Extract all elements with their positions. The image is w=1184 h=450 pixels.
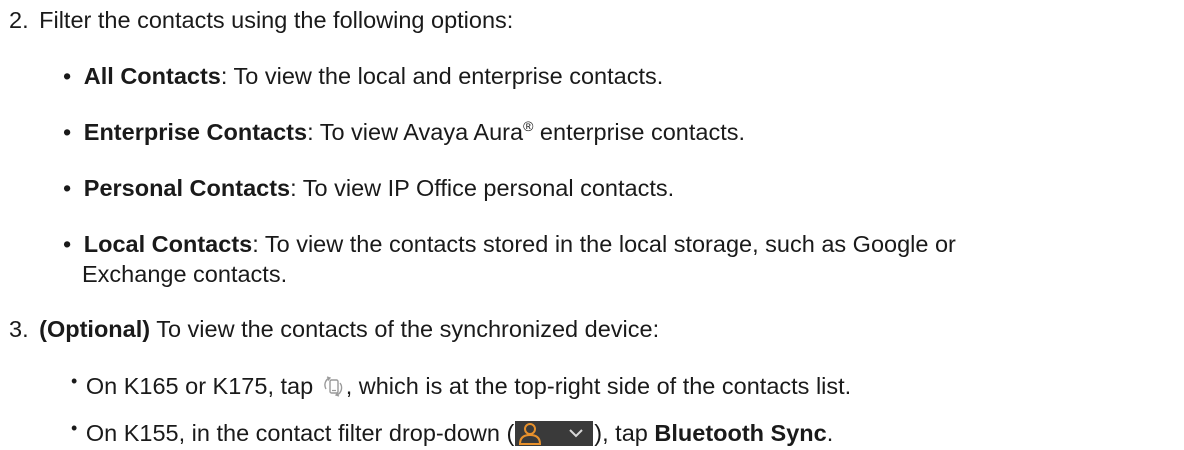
subitem-text: . (826, 420, 834, 446)
option-term: All Contacts (83, 63, 221, 89)
subitem-text: On K165 or K175, tap (85, 373, 320, 399)
option-local-contacts: • Local Contacts: To view the contacts s… (63, 230, 956, 258)
sync-device-icon (322, 374, 344, 398)
option-desc-cont: enterprise contacts. (533, 119, 746, 145)
step-prefix: (Optional) (39, 316, 151, 342)
bullet: • (63, 175, 72, 201)
bullet: • (63, 119, 72, 145)
option-desc-cont: Exchange contacts. (82, 261, 288, 287)
bullet: • (63, 231, 72, 257)
option-term: Personal Contacts (83, 175, 291, 201)
option-desc: : To view the local and enterprise conta… (220, 63, 664, 89)
option-term: Local Contacts (83, 231, 253, 257)
step-text: Filter the contacts using the following … (39, 7, 514, 33)
bluetooth-sync-label: Bluetooth Sync (654, 420, 827, 446)
subitem-text: On K155, in the contact filter drop-down… (85, 420, 515, 446)
option-local-contacts-cont: Exchange contacts. (82, 260, 287, 288)
step-number: 3. (9, 316, 29, 342)
option-desc: : To view IP Office personal contacts. (290, 175, 675, 201)
chevron-down-icon (569, 429, 584, 438)
step-text: To view the contacts of the synchronized… (150, 316, 660, 342)
option-personal-contacts: • Personal Contacts: To view IP Office p… (63, 174, 674, 202)
subitem-text: , which is at the top-right side of the … (345, 373, 852, 399)
bullet: • (71, 418, 78, 438)
option-enterprise-contacts: • Enterprise Contacts: To view Avaya Aur… (63, 118, 745, 146)
option-desc: : To view Avaya Aura (307, 119, 524, 145)
registered-mark: ® (523, 118, 534, 134)
bullet: • (63, 63, 72, 89)
contact-filter-dropdown (515, 421, 594, 446)
person-icon (519, 423, 542, 445)
subitem-k165-k175: • On K165 or K175, tap , which is at the… (71, 371, 852, 402)
option-all-contacts: • All Contacts: To view the local and en… (63, 62, 663, 90)
option-desc: : To view the contacts stored in the loc… (252, 231, 956, 257)
step-3: 3. (Optional) To view the contacts of th… (9, 315, 659, 343)
bullet: • (71, 371, 78, 391)
option-term: Enterprise Contacts (83, 119, 308, 145)
subitem-k155: • On K155, in the contact filter drop-do… (71, 418, 834, 449)
step-number: 2. (9, 7, 29, 33)
step-2: 2. Filter the contacts using the followi… (9, 6, 513, 34)
subitem-text: ), tap (594, 420, 655, 446)
